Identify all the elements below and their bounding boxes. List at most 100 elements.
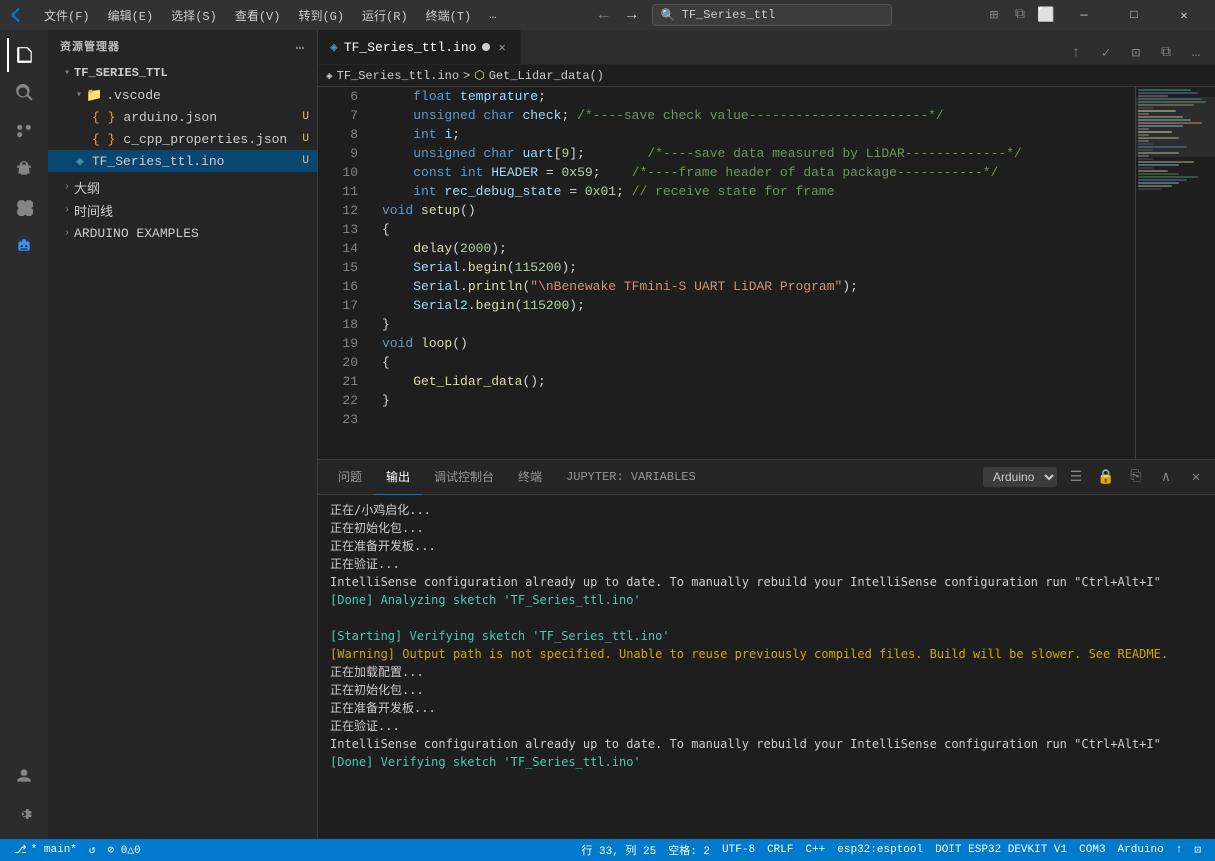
line-ending-label: CRLF [767, 844, 793, 856]
panel-up-icon[interactable]: ∧ [1155, 466, 1177, 488]
status-line-ending[interactable]: CRLF [761, 839, 799, 861]
split-icon[interactable]: ⧉ [1009, 4, 1031, 26]
serial-monitor-icon[interactable]: ⊡ [1125, 42, 1147, 64]
status-platform[interactable]: Arduino [1112, 839, 1170, 861]
title-bar: 文件(F) 编辑(E) 选择(S) 查看(V) 转到(G) 运行(R) 终端(T… [0, 0, 1215, 30]
arduino-dropdown[interactable]: Arduino [983, 467, 1057, 487]
status-encoding[interactable]: UTF-8 [716, 839, 761, 861]
panel-tab-output[interactable]: 输出 [374, 460, 422, 495]
status-sync[interactable]: ↺ [83, 839, 102, 861]
breadcrumb-function[interactable]: Get_Lidar_data() [489, 69, 604, 83]
title-right: ⊞ ⧉ ⬜ — □ ✕ [975, 0, 1215, 30]
activity-explorer[interactable] [7, 38, 41, 72]
title-bar-left [0, 7, 32, 23]
menu-file[interactable]: 文件(F) [36, 5, 98, 26]
tree-outline[interactable]: › 大纲 [48, 176, 317, 199]
breadcrumb-sep1: > [463, 69, 470, 83]
maximize-btn[interactable]: □ [1111, 0, 1157, 30]
search-text: TF_Series_ttl [682, 8, 776, 22]
panel-tab-debug-console[interactable]: 调试控制台 [422, 460, 506, 495]
nav-forward[interactable]: → [620, 3, 644, 27]
menu-terminal[interactable]: 终端(T) [418, 5, 480, 26]
code-line-6: float temprature; [382, 87, 1119, 106]
panel: 问题 输出 调试控制台 终端 JUPYTER: VARIABLES Arduin… [318, 459, 1215, 839]
status-board[interactable]: esp32:esptool [831, 839, 929, 861]
code-content[interactable]: float temprature; unsigned char check; /… [366, 87, 1135, 459]
editor-area: ◈ TF_Series_ttl.ino ✕ ↑ ✓ ⊡ ⧉ … ◈ TF_Ser… [318, 30, 1215, 839]
line-numbers: 6 7 8 9 10 11 12 13 14 15 16 17 18 19 20… [318, 87, 366, 459]
tab-bar: ◈ TF_Series_ttl.ino ✕ ↑ ✓ ⊡ ⧉ … [318, 30, 1215, 65]
tree-item-tf-series[interactable]: ◈ TF_Series_ttl.ino U [48, 150, 317, 172]
activity-source-control[interactable] [7, 114, 41, 148]
minimize-btn[interactable]: — [1061, 0, 1107, 30]
split-editor-icon[interactable]: ⧉ [1155, 42, 1177, 64]
status-board-name[interactable]: DOIT ESP32 DEVKIT V1 [929, 839, 1073, 861]
sidebar-more-icon[interactable]: … [296, 38, 305, 54]
activity-extensions[interactable] [7, 190, 41, 224]
layout-icon[interactable]: ⊞ [983, 4, 1005, 26]
nav-back[interactable]: ← [592, 3, 616, 27]
menu-select[interactable]: 选择(S) [163, 5, 225, 26]
code-line-21: { [382, 353, 1119, 372]
menu-run[interactable]: 运行(R) [354, 5, 416, 26]
panel-close-icon[interactable]: ✕ [1185, 466, 1207, 488]
activity-search[interactable] [7, 76, 41, 110]
ino-file-icon: ◈ [76, 154, 84, 169]
search-box[interactable]: 🔍 TF_Series_ttl [652, 4, 892, 26]
panel-tabs: 问题 输出 调试控制台 终端 JUPYTER: VARIABLES Arduin… [318, 460, 1215, 495]
menu-more[interactable]: … [481, 6, 504, 24]
tree-vscode-label: .vscode [106, 88, 161, 103]
sidebar-title: 资源管理器 [60, 38, 120, 54]
tree-item-vscode[interactable]: ▾ 📁 .vscode [48, 84, 317, 106]
panel-menu-icon[interactable]: ☰ [1065, 466, 1087, 488]
tree-item-root[interactable]: ▾ TF_SERIES_TTL [48, 62, 317, 84]
menu-edit[interactable]: 编辑(E) [100, 5, 162, 26]
activity-debug[interactable] [7, 152, 41, 186]
json-file-icon: { } [92, 110, 115, 125]
upload-icon[interactable]: ↑ [1065, 42, 1087, 64]
arduino-examples-label: ARDUINO EXAMPLES [74, 226, 199, 241]
panel-copy-icon[interactable]: ⎘ [1125, 466, 1147, 488]
status-right: 行 33, 列 25 空格: 2 UTF-8 CRLF C++ esp32:es… [575, 839, 1207, 861]
close-btn[interactable]: ✕ [1161, 0, 1207, 30]
tab-close-btn[interactable]: ✕ [496, 39, 507, 56]
status-upload[interactable]: ↑ [1170, 839, 1189, 861]
panel-tab-terminal[interactable]: 终端 [506, 460, 554, 495]
panel-content[interactable]: 正在/小鸡启化... 正在初始化包... 正在准备开发板... 正在验证... … [318, 495, 1215, 839]
minimap [1135, 87, 1215, 459]
status-serial[interactable]: ⊡ [1188, 839, 1207, 861]
menu-goto[interactable]: 转到(G) [290, 5, 352, 26]
code-line-7: unsigned char check; /*----save check va… [382, 106, 1119, 125]
breadcrumb-file[interactable]: TF_Series_ttl.ino [337, 69, 459, 83]
activity-robot[interactable] [7, 228, 41, 262]
code-editor[interactable]: 6 7 8 9 10 11 12 13 14 15 16 17 18 19 20… [318, 87, 1215, 459]
verify-icon[interactable]: ✓ [1095, 42, 1117, 64]
status-branch[interactable]: ⎇ * main* [8, 839, 83, 861]
editor-tab-tf-series[interactable]: ◈ TF_Series_ttl.ino ✕ [318, 30, 521, 64]
menu-view[interactable]: 查看(V) [227, 5, 289, 26]
activity-account[interactable] [7, 759, 41, 793]
status-language[interactable]: C++ [799, 839, 831, 861]
activity-bar [0, 30, 48, 839]
status-port[interactable]: COM3 [1073, 839, 1111, 861]
tree-timeline[interactable]: › 时间线 [48, 199, 317, 222]
encoding-label: UTF-8 [722, 844, 755, 856]
activity-settings[interactable] [7, 797, 41, 831]
tree-arduino-examples[interactable]: › ARDUINO EXAMPLES [48, 222, 317, 244]
tree-tf-series-label: TF_Series_ttl.ino [92, 154, 225, 169]
status-errors[interactable]: ⊘ 0△0 [102, 839, 147, 861]
status-spaces[interactable]: 空格: 2 [662, 839, 716, 861]
tree-item-arduino-json[interactable]: { } arduino.json U [48, 106, 317, 128]
customize-icon[interactable]: ⬜ [1035, 4, 1057, 26]
status-line-col[interactable]: 行 33, 列 25 [575, 839, 662, 861]
tree-item-cpp-props[interactable]: { } c_cpp_properties.json U [48, 128, 317, 150]
sidebar-header: 资源管理器 … [48, 30, 317, 62]
panel-tab-jupyter[interactable]: JUPYTER: VARIABLES [554, 460, 708, 495]
board-name-label: DOIT ESP32 DEVKIT V1 [935, 844, 1067, 856]
panel-tab-problems[interactable]: 问题 [326, 460, 374, 495]
panel-lock-icon[interactable]: 🔒 [1095, 466, 1117, 488]
outline-label: 大纲 [74, 178, 100, 197]
sidebar: 资源管理器 … ▾ TF_SERIES_TTL ▾ 📁 .vscode [48, 30, 318, 839]
git-branch-icon: ⎇ [14, 843, 27, 857]
more-actions-icon[interactable]: … [1185, 42, 1207, 64]
